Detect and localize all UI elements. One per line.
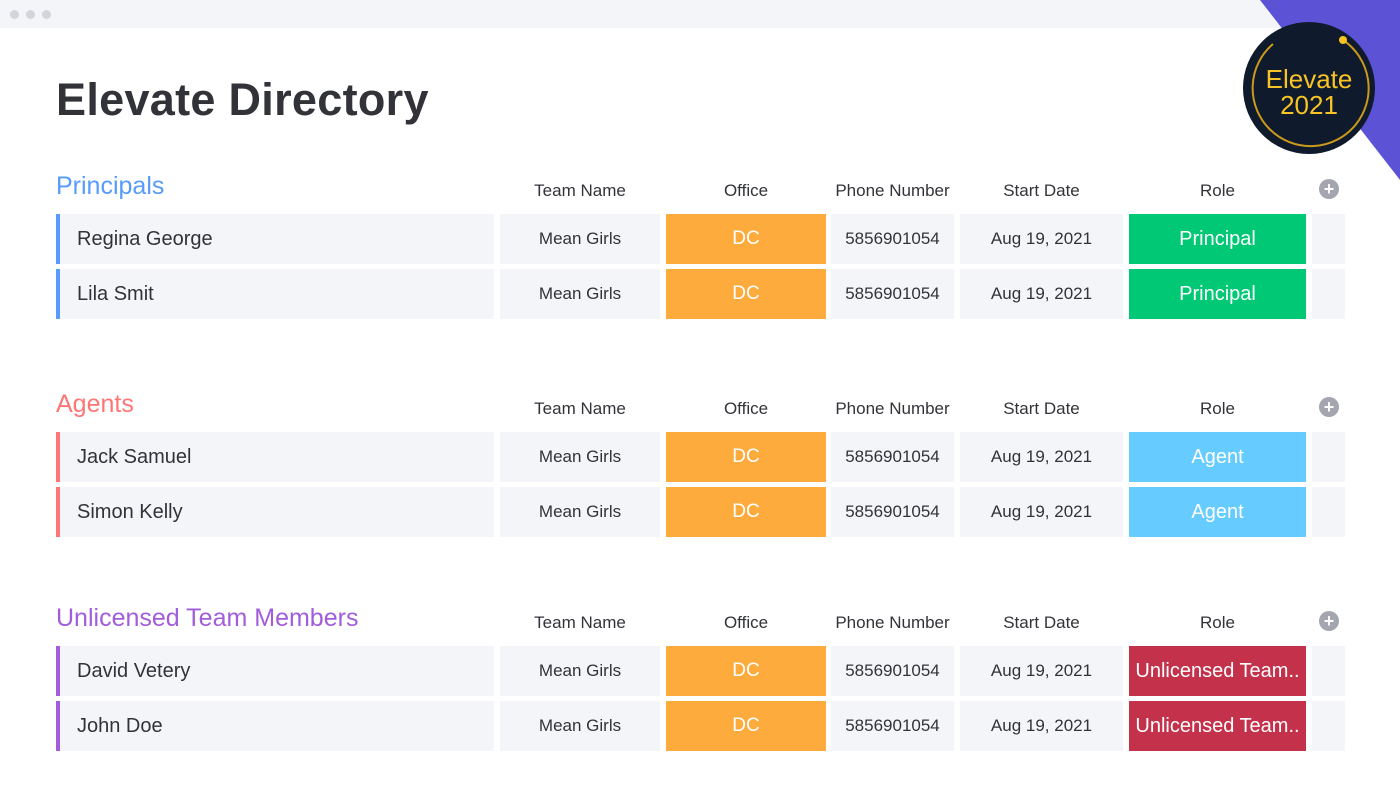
window-dot-icon [26,10,35,19]
phone-number-cell[interactable]: 5856901054 [831,701,954,751]
group-principals: Principals Team Name Office Phone Number… [0,171,1400,341]
empty-cell [1312,487,1345,537]
group-agents: Agents Team Name Office Phone Number Sta… [0,389,1400,559]
add-column-icon[interactable]: + [1319,397,1339,417]
column-header-team-name[interactable]: Team Name [500,613,660,633]
empty-cell [1312,432,1345,482]
column-header-team-name[interactable]: Team Name [500,399,660,419]
item-name-cell[interactable]: Jack Samuel [56,432,494,482]
office-status-cell[interactable]: DC [666,646,826,696]
phone-number-cell[interactable]: 5856901054 [831,487,954,537]
phone-number-cell[interactable]: 5856901054 [831,646,954,696]
column-header-office[interactable]: Office [666,613,826,633]
column-header-start-date[interactable]: Start Date [960,399,1123,419]
group-title[interactable]: Agents [56,389,134,419]
column-header-phone-number[interactable]: Phone Number [826,613,959,633]
column-header-office[interactable]: Office [666,181,826,201]
item-name: David Vetery [77,659,191,682]
role-status-cell[interactable]: Principal [1129,269,1306,319]
empty-cell [1312,269,1345,319]
group-color-stripe [56,214,60,264]
office-status-cell[interactable]: DC [666,487,826,537]
team-name-cell[interactable]: Mean Girls [500,701,660,751]
page-title: Elevate Directory [56,74,429,125]
role-status-cell[interactable]: Agent [1129,487,1306,537]
item-name: Lila Smit [77,282,154,305]
logo-text-line2: 2021 [1280,90,1338,120]
group-title[interactable]: Principals [56,171,164,201]
window-dot-icon [10,10,19,19]
phone-number-cell[interactable]: 5856901054 [831,269,954,319]
add-column-icon[interactable]: + [1319,611,1339,631]
team-name-cell[interactable]: Mean Girls [500,487,660,537]
group-color-stripe [56,432,60,482]
column-header-team-name[interactable]: Team Name [500,181,660,201]
office-status-cell[interactable]: DC [666,432,826,482]
table-row[interactable]: Regina George Mean Girls DC 5856901054 A… [56,214,1345,264]
office-status-cell[interactable]: DC [666,701,826,751]
item-name: Simon Kelly [77,500,183,523]
team-name-cell[interactable]: Mean Girls [500,214,660,264]
window-dot-icon [42,10,51,19]
phone-number-cell[interactable]: 5856901054 [831,214,954,264]
table-row[interactable]: Simon Kelly Mean Girls DC 5856901054 Aug… [56,487,1345,537]
group-title[interactable]: Unlicensed Team Members [56,603,358,633]
item-name-cell[interactable]: Regina George [56,214,494,264]
office-status-cell[interactable]: DC [666,269,826,319]
office-status-cell[interactable]: DC [666,214,826,264]
role-status-cell[interactable]: Unlicensed Team.. [1129,646,1306,696]
item-name: Regina George [77,227,213,250]
empty-cell [1312,214,1345,264]
phone-number-cell[interactable]: 5856901054 [831,432,954,482]
start-date-cell[interactable]: Aug 19, 2021 [960,701,1123,751]
table-row[interactable]: Jack Samuel Mean Girls DC 5856901054 Aug… [56,432,1345,482]
empty-cell [1312,646,1345,696]
item-name: Jack Samuel [77,445,192,468]
column-header-office[interactable]: Office [666,399,826,419]
column-header-role[interactable]: Role [1129,181,1306,201]
window-title-bar [0,0,1400,28]
group-color-stripe [56,646,60,696]
role-status-cell[interactable]: Principal [1129,214,1306,264]
column-header-phone-number[interactable]: Phone Number [826,181,959,201]
item-name-cell[interactable]: John Doe [56,701,494,751]
logo-text-line1: Elevate [1265,64,1353,94]
table-row[interactable]: David Vetery Mean Girls DC 5856901054 Au… [56,646,1345,696]
start-date-cell[interactable]: Aug 19, 2021 [960,214,1123,264]
column-header-role[interactable]: Role [1129,399,1306,419]
start-date-cell[interactable]: Aug 19, 2021 [960,646,1123,696]
add-column-icon[interactable]: + [1319,179,1339,199]
group-color-stripe [56,487,60,537]
column-header-phone-number[interactable]: Phone Number [826,399,959,419]
item-name-cell[interactable]: Lila Smit [56,269,494,319]
item-name: John Doe [77,714,163,737]
start-date-cell[interactable]: Aug 19, 2021 [960,487,1123,537]
item-name-cell[interactable]: David Vetery [56,646,494,696]
table-row[interactable]: John Doe Mean Girls DC 5856901054 Aug 19… [56,701,1345,751]
elevate-2021-logo: Elevate 2021 [1243,22,1375,154]
empty-cell [1312,701,1345,751]
group-color-stripe [56,269,60,319]
column-header-start-date[interactable]: Start Date [960,181,1123,201]
team-name-cell[interactable]: Mean Girls [500,432,660,482]
group-color-stripe [56,701,60,751]
column-header-role[interactable]: Role [1129,613,1306,633]
table-row[interactable]: Lila Smit Mean Girls DC 5856901054 Aug 1… [56,269,1345,319]
team-name-cell[interactable]: Mean Girls [500,269,660,319]
start-date-cell[interactable]: Aug 19, 2021 [960,432,1123,482]
role-status-cell[interactable]: Unlicensed Team.. [1129,701,1306,751]
start-date-cell[interactable]: Aug 19, 2021 [960,269,1123,319]
team-name-cell[interactable]: Mean Girls [500,646,660,696]
role-status-cell[interactable]: Agent [1129,432,1306,482]
group-unlicensed-team-members: Unlicensed Team Members Team Name Office… [0,603,1400,773]
column-header-start-date[interactable]: Start Date [960,613,1123,633]
item-name-cell[interactable]: Simon Kelly [56,487,494,537]
